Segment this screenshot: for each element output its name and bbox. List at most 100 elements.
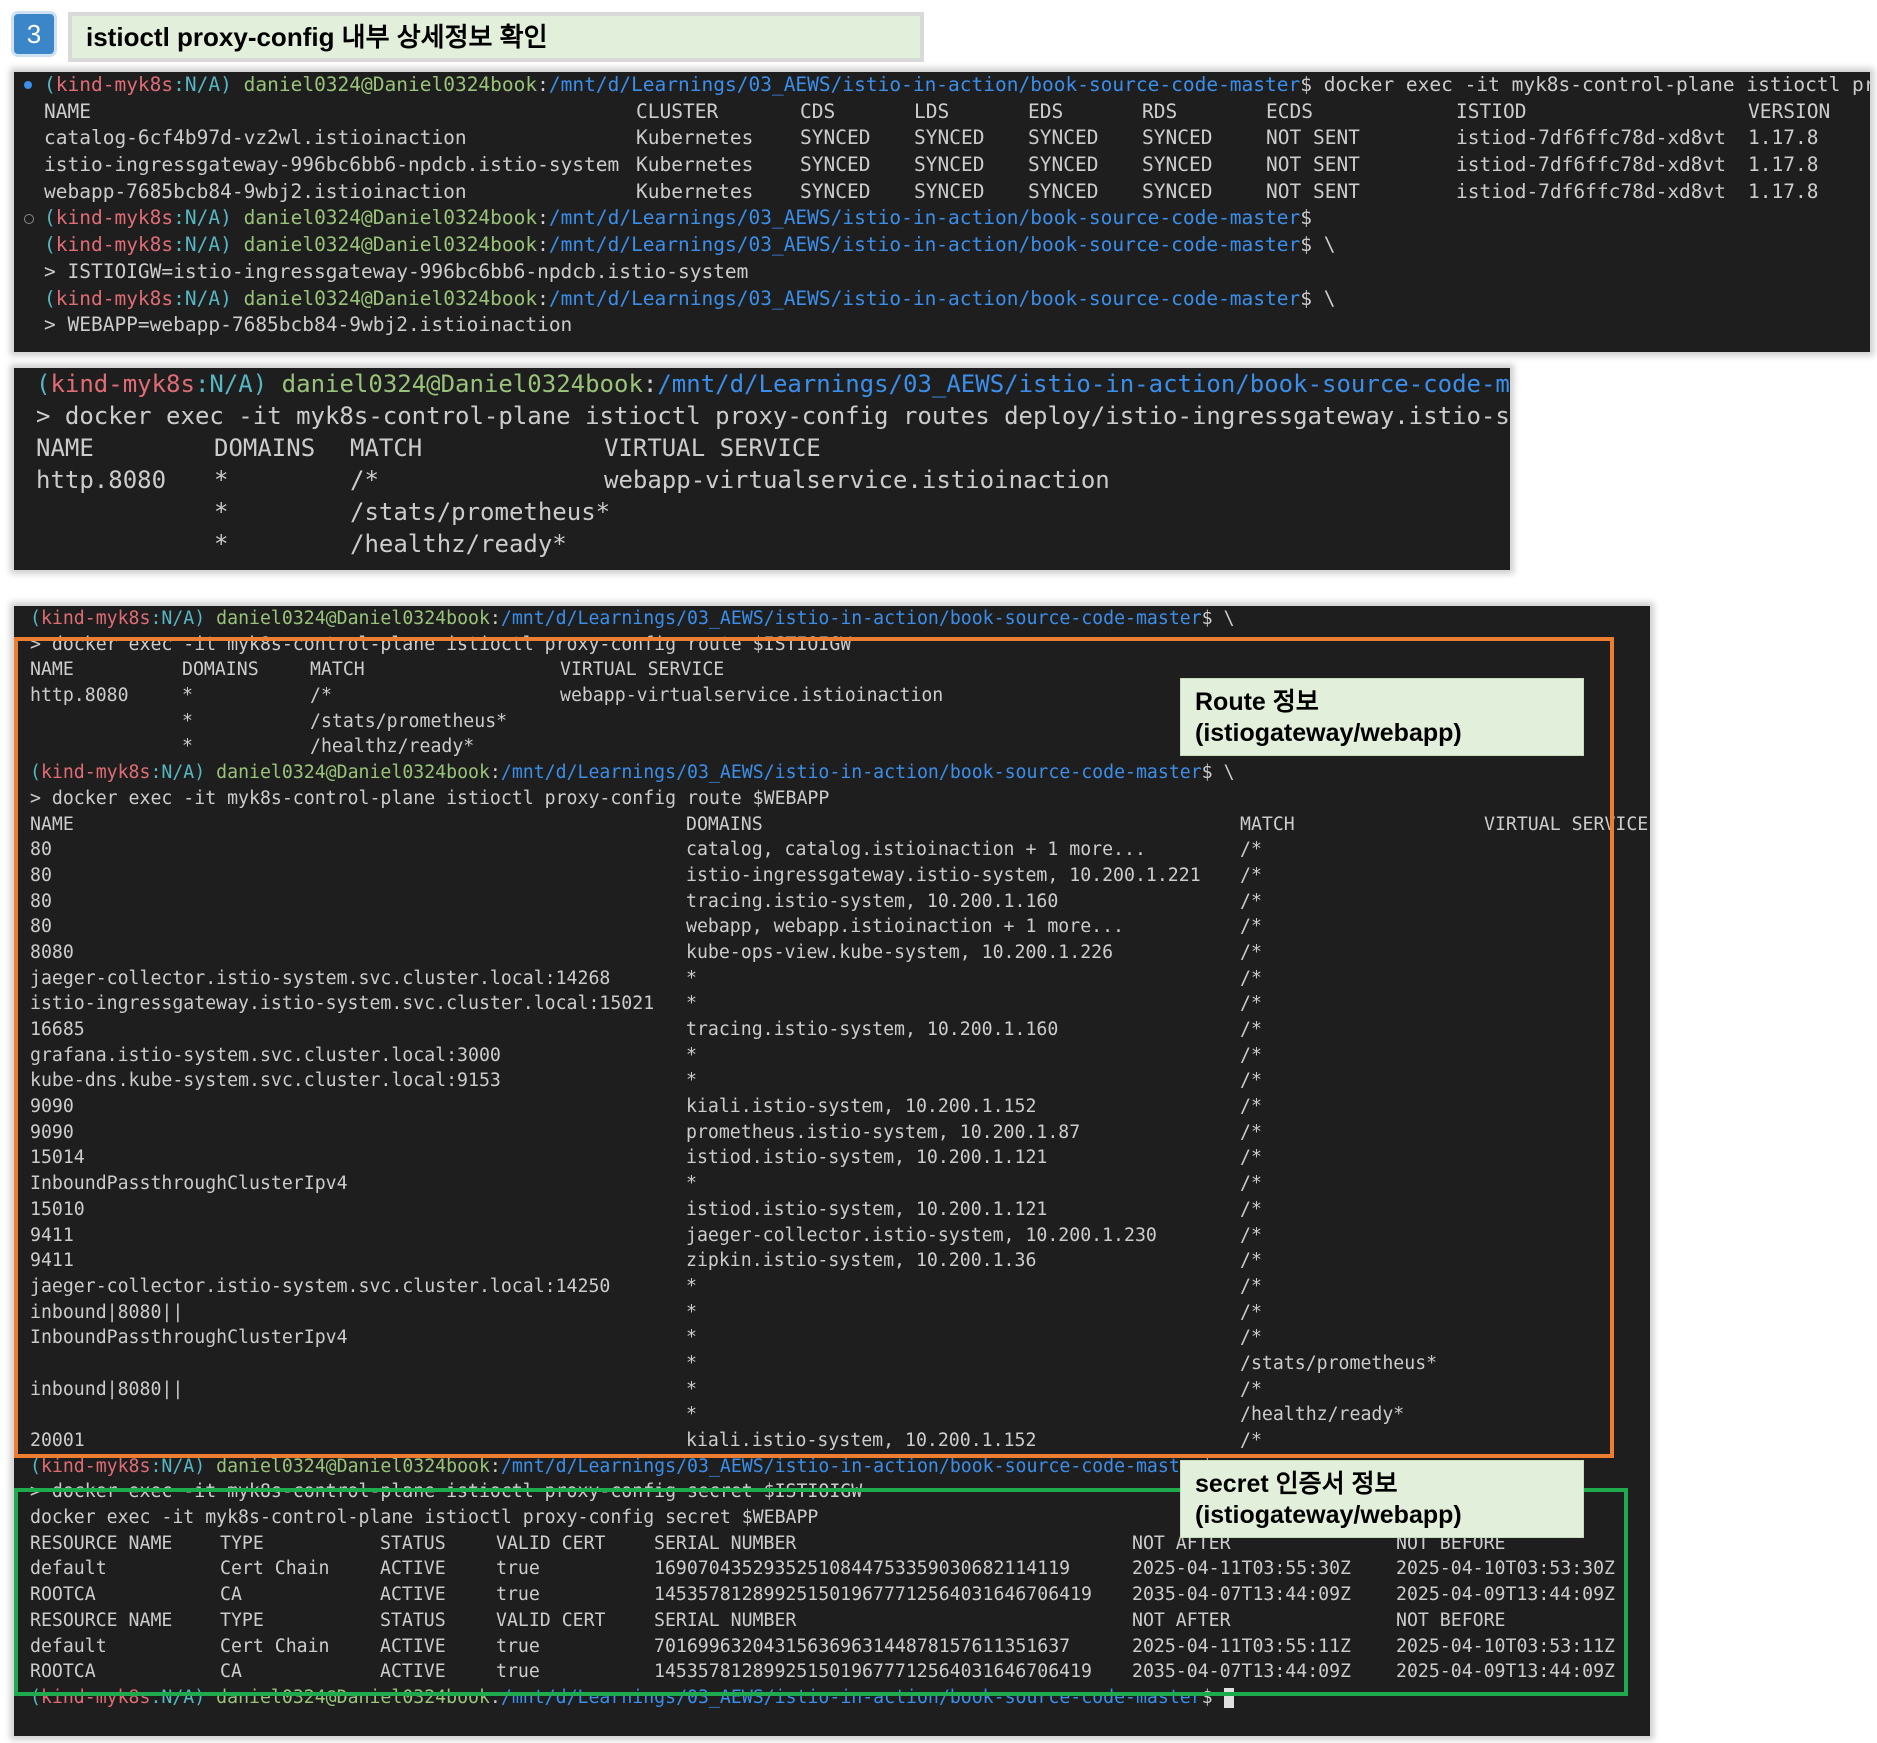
table-cell: ACTIVE <box>380 1584 446 1606</box>
table-row: default Cert Chain ACTIVE true 1690704352935… <box>14 1556 1650 1582</box>
table-row: istio-ingressgateway.istio-system.svc.cl… <box>14 991 1650 1017</box>
table-row: jaeger-collector.istio-system.svc.cluste… <box>14 1274 1650 1300</box>
table-cell: ROOTCA <box>30 1661 96 1683</box>
table-cell: /healthz/ready* <box>1240 1404 1405 1426</box>
table-cell: /* <box>1240 1147 1262 1169</box>
table-cell: default <box>30 1635 107 1657</box>
table-cell: /stats/prometheus* <box>350 498 611 526</box>
table-cell: SYNCED <box>1028 126 1099 150</box>
table-cell: NOT SENT <box>1266 153 1360 177</box>
table-cell: ACTIVE <box>380 1558 446 1580</box>
table-cell: /* <box>1240 890 1262 912</box>
table-cell: 15010 <box>30 1198 85 1220</box>
table-cell: /* <box>350 466 379 494</box>
table-cell: kube-ops-view.kube-system, 10.200.1.226 <box>686 941 1114 963</box>
terminal-route-secret[interactable]: (kind-myk8s:N/A) daniel0324@Daniel0324bo… <box>14 606 1650 1736</box>
table-cell: NOT SENT <box>1266 126 1360 150</box>
table-row: InboundPassthroughClusterIpv4 * /* <box>14 1325 1650 1351</box>
table-row: ROOTCA CA ACTIVE true 1453578128992515019677… <box>14 1582 1650 1608</box>
terminal-proxy-config-routes[interactable]: (kind-myk8s:N/A) daniel0324@Daniel0324bo… <box>14 368 1510 570</box>
table-cell: LDS <box>914 99 950 123</box>
table-cell: Cert Chain <box>220 1558 330 1580</box>
table-cell: istiod-7df6ffc78d-xd8vt <box>1456 153 1727 177</box>
table-cell: ACTIVE <box>380 1635 446 1657</box>
table-cell: /* <box>1240 1044 1262 1066</box>
table-cell: 9090 <box>30 1121 74 1143</box>
table-cell: istiod.istio-system, 10.200.1.121 <box>686 1147 1048 1169</box>
table-cell: Kubernetes <box>636 153 754 177</box>
table-cell: SERIAL NUMBER <box>654 1609 797 1631</box>
table-cell: istio-ingressgateway.istio-system, 10.20… <box>686 864 1201 886</box>
table-cell: TYPE <box>220 1609 264 1631</box>
prompt-line: (kind-myk8s:N/A) daniel0324@Daniel0324bo… <box>14 368 1510 400</box>
command-line: > docker exec -it myk8s-control-plane is… <box>36 402 1510 430</box>
table-cell: SYNCED <box>800 153 871 177</box>
table-cell: CA <box>220 1584 242 1606</box>
table-row: kube-dns.kube-system.svc.cluster.local:9… <box>14 1068 1650 1094</box>
table-cell: 1453578128992515019677712564031646706419 <box>654 1584 1092 1606</box>
table-cell: webapp-virtualservice.istioinaction <box>560 685 944 707</box>
table-cell: * <box>214 498 229 526</box>
table-cell: ROOTCA <box>30 1584 96 1606</box>
table-cell: http.8080 <box>36 466 167 494</box>
table-cell: prometheus.istio-system, 10.200.1.87 <box>686 1121 1081 1143</box>
table-row: webapp-7685bcb84-9wbj2.istioinaction Kube… <box>14 179 1870 206</box>
terminal-proxy-status[interactable]: (kind-myk8s:N/A) daniel0324@Daniel0324bo… <box>14 72 1870 352</box>
table-cell: * <box>686 1275 697 1297</box>
table-cell: 2025-04-09T13:44:09Z <box>1396 1584 1615 1606</box>
table-cell: 2025-04-11T03:55:30Z <box>1132 1558 1351 1580</box>
table-row: catalog-6cf4b97d-vz2wl.istioinaction Kube… <box>14 125 1870 152</box>
cursor <box>1223 1687 1234 1708</box>
table-cell: VIRTUAL SERVICE <box>604 434 821 462</box>
table-cell: default <box>30 1558 107 1580</box>
table-cell: /* <box>1240 993 1262 1015</box>
table-row: InboundPassthroughClusterIpv4 * /* <box>14 1171 1650 1197</box>
table-cell: CLUSTER <box>636 99 719 123</box>
table-cell: /healthz/ready* <box>310 736 475 758</box>
prompt-line: (kind-myk8s:N/A) daniel0324@Daniel0324bo… <box>14 1685 1650 1711</box>
table-cell: SYNCED <box>800 179 871 203</box>
table-cell: 80 <box>30 864 52 886</box>
table-cell: 80 <box>30 839 52 861</box>
prompt-line: (kind-myk8s:N/A) daniel0324@Daniel0324bo… <box>30 608 1235 629</box>
table-cell: InboundPassthroughClusterIpv4 <box>30 1327 348 1349</box>
table-cell: Cert Chain <box>220 1635 330 1657</box>
table-cell: ECDS <box>1266 99 1313 123</box>
table-cell: * <box>686 1301 697 1323</box>
prompt: (kind-myk8s:N/A) daniel0324@Daniel0324bo… <box>44 206 1312 230</box>
table-row: * /stats/prometheus* <box>14 496 1510 528</box>
table-cell: true <box>496 1584 540 1606</box>
status-dot-icon <box>24 214 34 225</box>
table-cell: istiod.istio-system, 10.200.1.121 <box>686 1198 1048 1220</box>
table-row: 9090 prometheus.istio-system, 10.200.1.87… <box>14 1120 1650 1146</box>
table-cell: * <box>182 685 193 707</box>
table-cell: 2025-04-11T03:55:11Z <box>1132 1635 1351 1657</box>
table-header: NAME DOMAINS MATCH VIRTUAL SERVICE <box>14 812 1650 838</box>
table-cell: MATCH <box>350 434 423 462</box>
status-dot-icon <box>24 81 32 89</box>
prompt: (kind-myk8s:N/A) daniel0324@Daniel0324bo… <box>36 370 1510 398</box>
table-header: NAME CLUSTER CDS LDS EDS RDS ECDS ISTIOD VERSION <box>14 99 1870 126</box>
table-header: NAME DOMAINS MATCH VIRTUAL SERVICE <box>14 432 1510 464</box>
table-cell: /* <box>1240 1096 1262 1118</box>
table-cell: /* <box>1240 1327 1262 1349</box>
table-cell: /* <box>1240 1224 1262 1246</box>
table-cell: TYPE <box>220 1532 264 1554</box>
table-cell: /* <box>1240 1378 1262 1400</box>
table-cell: SYNCED <box>800 126 871 150</box>
table-cell: * <box>686 967 697 989</box>
table-cell: /* <box>1240 864 1262 886</box>
table-cell: VIRTUAL SERVICE <box>560 659 725 681</box>
table-cell: EDS <box>1028 99 1064 123</box>
table-cell: 1453578128992515019677712564031646706419 <box>654 1661 1092 1683</box>
table-cell: * <box>686 993 697 1015</box>
table-cell: * <box>182 736 193 758</box>
table-cell: DOMAINS <box>686 813 763 835</box>
command-text: docker exec -it myk8s-control-plane isti… <box>1323 73 1870 96</box>
secret-rows-web: default Cert Chain ACTIVE true 7016996320431… <box>14 1634 1650 1685</box>
table-cell: grafana.istio-system.svc.cluster.local:3… <box>30 1044 501 1066</box>
table-cell: NAME <box>30 659 74 681</box>
table-cell: * <box>686 1327 697 1349</box>
table-cell: SERIAL NUMBER <box>654 1532 797 1554</box>
table-cell: VERSION <box>1748 99 1831 123</box>
